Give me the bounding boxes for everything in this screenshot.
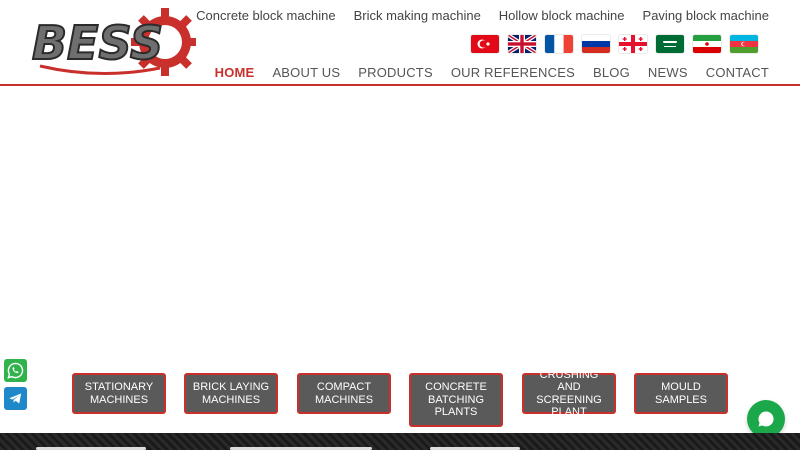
category-concrete-batching-plants[interactable]: CONCRETE BATCHING PLANTS xyxy=(409,373,503,427)
category-stationary-machines[interactable]: STATIONARY MACHINES xyxy=(72,373,166,414)
nav-contact[interactable]: CONTACT xyxy=(706,65,769,81)
top-link-hollow-block[interactable]: Hollow block machine xyxy=(499,8,625,24)
telegram-icon xyxy=(9,393,22,404)
nav-products[interactable]: PRODUCTS xyxy=(358,65,433,81)
whatsapp-icon xyxy=(7,362,24,379)
chat-bubble-icon xyxy=(758,411,774,427)
azerbaijani-flag-icon[interactable] xyxy=(730,35,758,53)
nav-our-references[interactable]: OUR REFERENCES xyxy=(451,65,575,81)
page: BESS Concrete block machine Brick making… xyxy=(0,0,800,450)
top-link-concrete-block[interactable]: Concrete block machine xyxy=(196,8,335,24)
french-flag-icon[interactable] xyxy=(545,35,573,53)
top-link-brick-making[interactable]: Brick making machine xyxy=(354,8,481,24)
persian-flag-icon[interactable] xyxy=(693,35,721,53)
main-nav: HOME ABOUT US PRODUCTS OUR REFERENCES BL… xyxy=(215,65,769,81)
nav-blog[interactable]: BLOG xyxy=(593,65,630,81)
telegram-button[interactable] xyxy=(4,387,27,410)
nav-news[interactable]: NEWS xyxy=(648,65,688,81)
brand-logo[interactable]: BESS xyxy=(30,6,196,78)
top-links: Concrete block machine Brick making mach… xyxy=(196,8,769,24)
logo-text: BESS xyxy=(32,16,163,70)
gear-icon: BESS xyxy=(31,8,196,76)
site-header: BESS Concrete block machine Brick making… xyxy=(0,0,800,86)
russian-flag-icon[interactable] xyxy=(582,35,610,53)
arabic-flag-icon[interactable] xyxy=(656,35,684,53)
turkish-flag-icon[interactable] xyxy=(471,35,499,53)
nav-home[interactable]: HOME xyxy=(215,65,255,81)
category-mould-samples[interactable]: MOULD SAMPLES xyxy=(634,373,728,414)
whatsapp-button[interactable] xyxy=(4,359,27,382)
georgian-flag-icon[interactable] xyxy=(619,35,647,53)
category-buttons: STATIONARY MACHINES BRICK LAYING MACHINE… xyxy=(72,369,732,433)
category-brick-laying-machines[interactable]: BRICK LAYING MACHINES xyxy=(184,373,278,414)
nav-about-us[interactable]: ABOUT US xyxy=(272,65,340,81)
language-flags xyxy=(471,35,758,53)
top-link-paving-block[interactable]: Paving block machine xyxy=(643,8,769,24)
category-compact-machines[interactable]: COMPACT MACHINES xyxy=(297,373,391,414)
english-flag-icon[interactable] xyxy=(508,35,536,53)
category-crushing-and-screening-plant[interactable]: CRUSHING AND SCREENING PLANT xyxy=(522,369,616,418)
